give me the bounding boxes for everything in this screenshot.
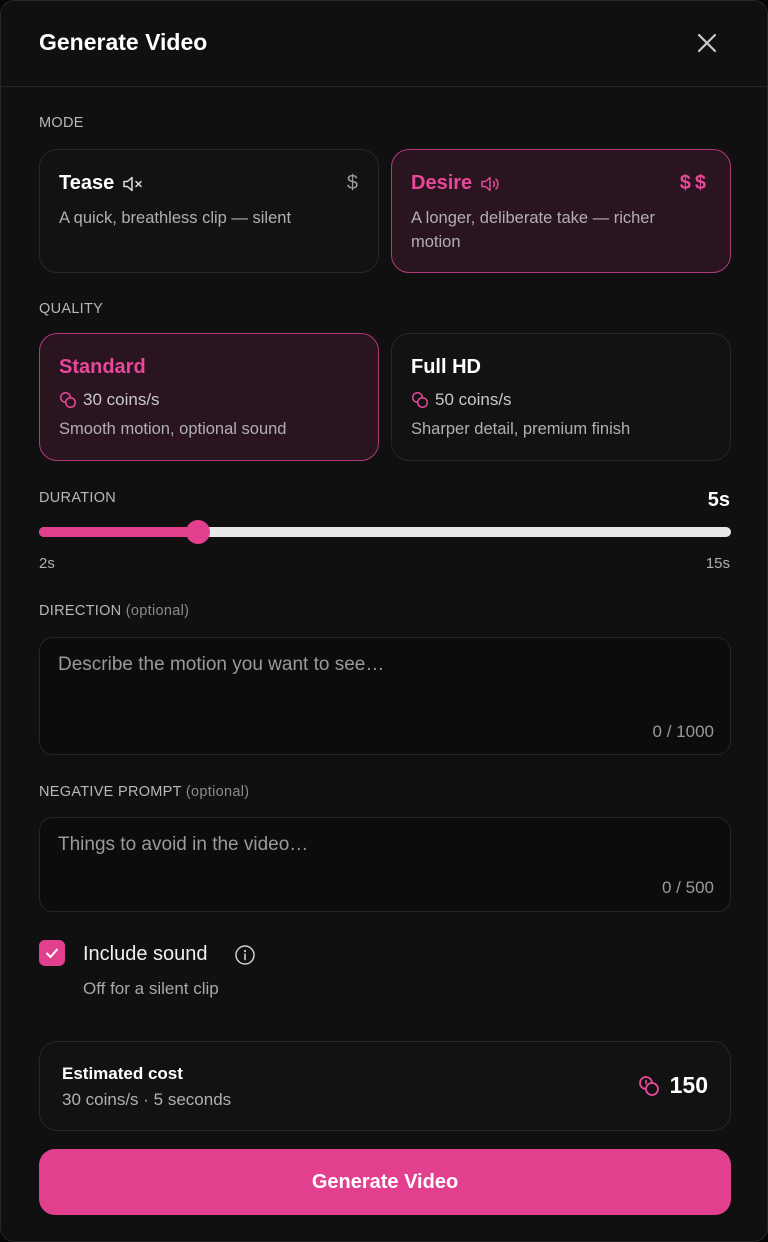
direction-char-counter: 0 / 1000 [652, 722, 714, 741]
speaker-muted-icon [123, 176, 142, 191]
duration-slider-thumb[interactable] [185, 520, 210, 544]
mode-option-tease[interactable]: Tease $ A quick, breathless clip — silen… [39, 149, 379, 273]
include-sound-hint: Off for a silent clip [83, 979, 219, 998]
negative-prompt-input[interactable] [58, 834, 708, 856]
duration-slider-fill [39, 527, 198, 537]
mode-option-description: A quick, breathless clip — silent [59, 209, 292, 227]
speaker-on-icon [481, 176, 499, 191]
duration-max-label: 15s [705, 555, 730, 572]
estimated-cost-total: 150 [669, 1072, 708, 1098]
negative-prompt-field: 0 / 500 [39, 817, 731, 912]
include-sound-checkbox[interactable] [39, 940, 65, 966]
estimated-cost-title: Estimated cost [62, 1064, 183, 1083]
coins-icon [59, 391, 77, 409]
mode-option-description: A longer, deliberate take — richer motio… [411, 209, 655, 251]
mode-option-desire[interactable]: Desire $$ A longer, deliberate take — ri… [391, 149, 731, 273]
optional-tag: (optional) [125, 603, 190, 619]
direction-label: DIRECTION (optional) [39, 603, 190, 619]
close-button[interactable] [693, 29, 721, 57]
negative-prompt-char-counter: 0 / 500 [662, 878, 714, 897]
optional-tag: (optional) [185, 784, 250, 800]
mode-option-name: Tease [59, 172, 115, 194]
coins-icon [411, 391, 429, 409]
price-indicator: $$ [679, 172, 710, 194]
include-sound-label[interactable]: Include sound [83, 943, 208, 966]
quality-option-description: Smooth motion, optional sound [59, 420, 287, 438]
close-icon [697, 33, 717, 53]
negative-prompt-label: NEGATIVE PROMPT (optional) [39, 784, 250, 800]
estimated-cost-breakdown: 30 coins/s · 5 seconds [62, 1090, 232, 1109]
info-icon [235, 945, 255, 965]
quality-option-full-hd[interactable]: Full HD 50 coins/s Sharper detail, premi… [391, 333, 731, 461]
direction-input[interactable] [58, 654, 708, 698]
duration-label: DURATION [39, 490, 117, 506]
generate-video-dialog: Generate Video MODE Tease $ A quick, bre… [0, 0, 768, 1242]
info-button[interactable] [234, 944, 256, 971]
quality-option-standard[interactable]: Standard 30 coins/s Smooth motion, optio… [39, 333, 379, 461]
quality-option-rate: 30 coins/s [83, 390, 160, 409]
coins-icon [638, 1075, 659, 1096]
dialog-header: Generate Video [1, 1, 767, 87]
direction-field: 0 / 1000 [39, 637, 731, 755]
quality-option-description: Sharper detail, premium finish [411, 420, 631, 438]
quality-label: QUALITY [39, 301, 104, 317]
mode-option-name: Desire [411, 172, 473, 194]
dialog-title: Generate Video [39, 29, 208, 55]
duration-slider[interactable] [39, 520, 731, 544]
generate-video-button[interactable]: Generate Video [39, 1149, 731, 1215]
quality-option-name: Full HD [411, 356, 481, 378]
duration-min-label: 2s [39, 555, 55, 572]
estimated-cost-card: Estimated cost 30 coins/s · 5 seconds 15… [39, 1041, 731, 1131]
mode-label: MODE [39, 115, 84, 131]
quality-option-name: Standard [59, 356, 146, 378]
checkmark-icon [46, 948, 58, 958]
quality-option-rate: 50 coins/s [435, 390, 512, 409]
price-indicator: $ [346, 172, 358, 194]
duration-value: 5s [707, 489, 730, 511]
